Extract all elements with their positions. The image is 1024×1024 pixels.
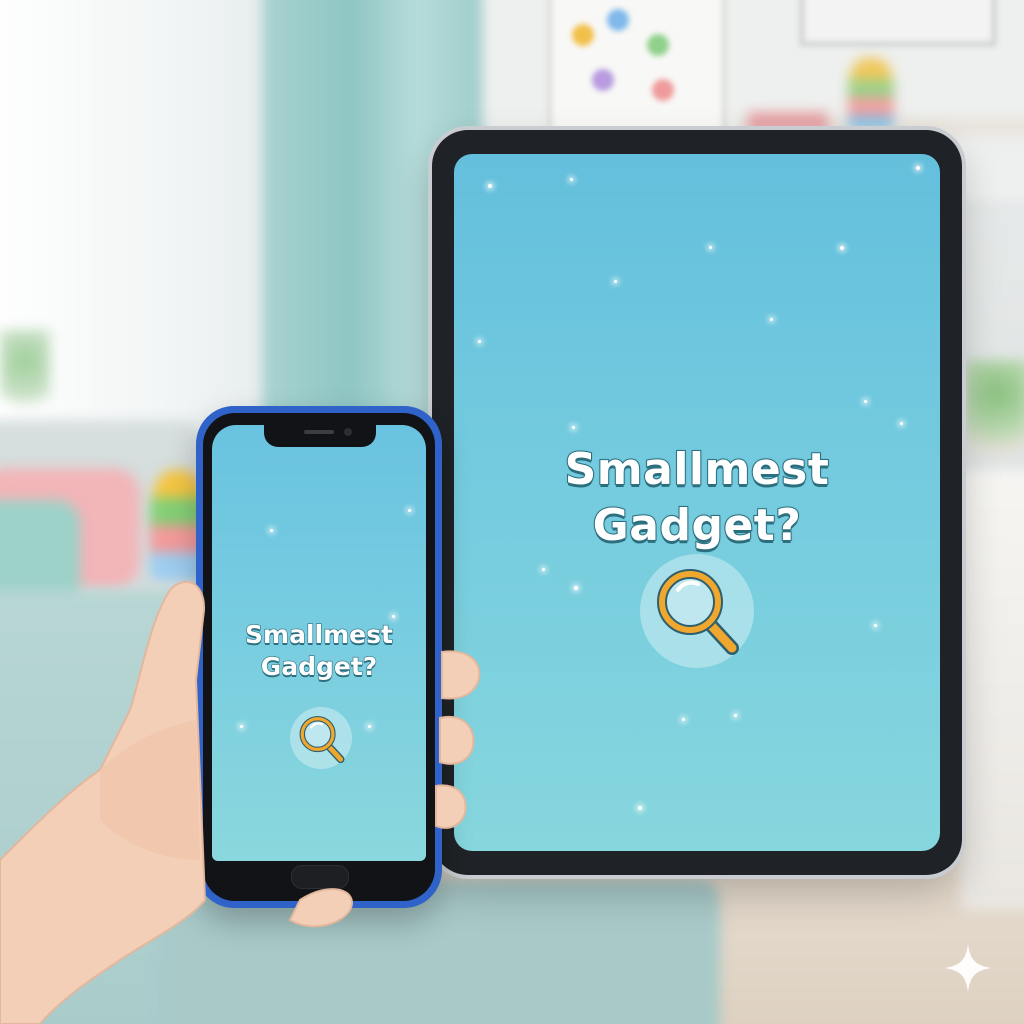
background-toy (848, 58, 894, 130)
background-plant (966, 360, 1024, 470)
star-sparkle (709, 246, 712, 249)
background-side-table (960, 470, 1024, 910)
tablet-device: Smallmest Gadget? (432, 130, 962, 875)
background-plant (0, 330, 50, 420)
tablet-screen[interactable]: Smallmest Gadget? (454, 154, 940, 851)
tablet-title: Smallmest Gadget? (454, 442, 940, 554)
star-sparkle (574, 586, 578, 590)
star-sparkle (270, 529, 273, 532)
background-frame (800, 0, 996, 46)
tablet-title-line1: Smallmest (564, 443, 830, 496)
phone-notch (264, 425, 376, 447)
star-sparkle (840, 246, 844, 250)
star-sparkle (614, 280, 617, 283)
star-sparkle (916, 166, 920, 170)
star-sparkle (900, 422, 903, 425)
background-poster (548, 0, 726, 136)
star-sparkle (638, 806, 642, 810)
star-sparkle (572, 426, 575, 429)
tablet-search-button[interactable] (640, 554, 754, 668)
hand (0, 580, 481, 1024)
speaker-icon (304, 430, 334, 434)
tablet-title-line2: Gadget? (592, 499, 802, 552)
star-sparkle (542, 568, 545, 571)
camera-icon (344, 428, 352, 436)
star-sparkle (682, 718, 685, 721)
star-sparkle (734, 714, 737, 717)
star-sparkle (408, 509, 411, 512)
star-sparkle (478, 340, 481, 343)
magnifying-glass-icon (657, 569, 739, 655)
scene: Smallmest Gadget? Smallmest Gadget? (0, 0, 1024, 1024)
sparkle-icon (944, 944, 992, 992)
star-sparkle (864, 400, 867, 403)
star-sparkle (488, 184, 492, 188)
star-sparkle (874, 624, 877, 627)
star-sparkle (770, 318, 773, 321)
star-sparkle (570, 178, 573, 181)
